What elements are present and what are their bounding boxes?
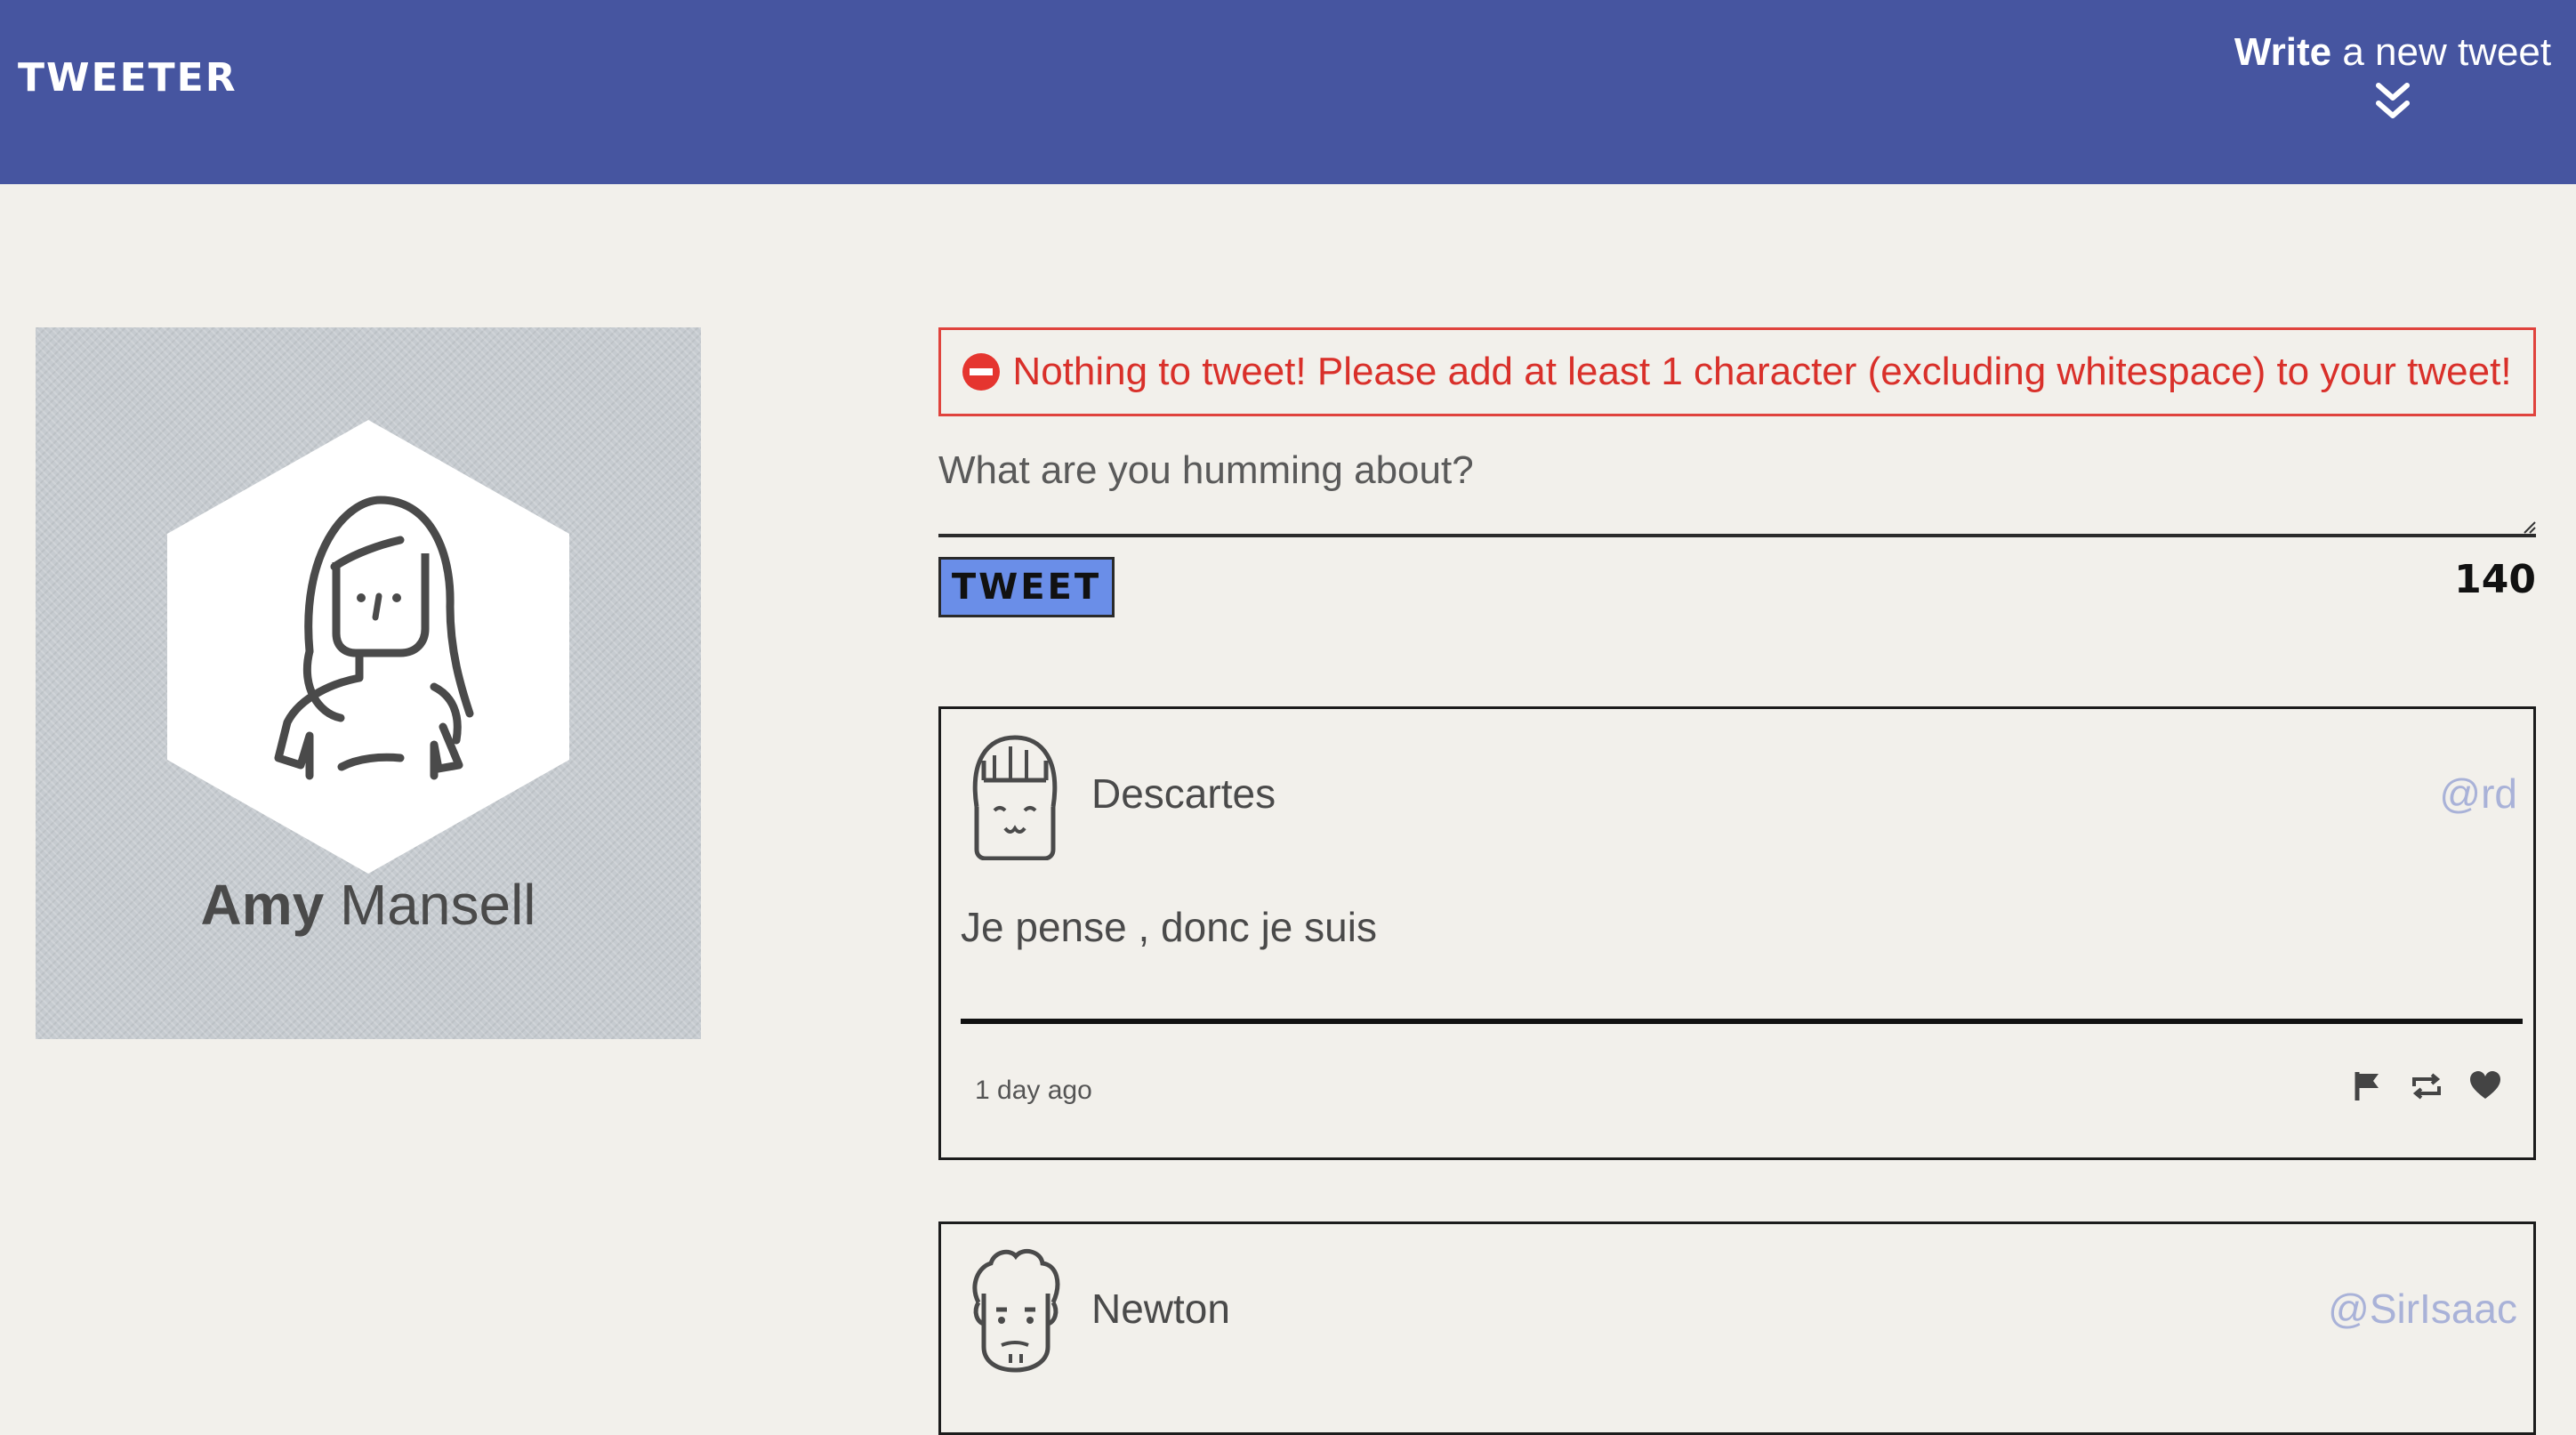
tweet-textarea[interactable]: What are you humming about? bbox=[938, 448, 2536, 537]
profile-last-name: Mansell bbox=[339, 873, 536, 937]
tweet-handle: @SirIsaac bbox=[2328, 1286, 2517, 1332]
tweet-card: Newton @SirIsaac bbox=[938, 1221, 2536, 1435]
error-message: Nothing to tweet! Please add at least 1 … bbox=[1012, 350, 2512, 393]
tweet-author: Newton bbox=[1091, 1286, 1230, 1332]
resize-grip-icon[interactable] bbox=[2522, 520, 2536, 534]
flag-icon[interactable] bbox=[2350, 1068, 2386, 1104]
top-nav: TWEETER Write a new tweet bbox=[0, 0, 2576, 184]
double-chevron-down-icon[interactable] bbox=[2375, 82, 2411, 121]
tweet-handle: @rd bbox=[2439, 770, 2517, 817]
tweet-textarea-placeholder: What are you humming about? bbox=[938, 448, 1474, 492]
write-tweet-label-rest: a new tweet bbox=[2331, 30, 2552, 74]
tweet-button[interactable]: TWEET bbox=[938, 557, 1115, 617]
tweet-actions bbox=[2350, 1068, 2503, 1104]
tweet-card: Descartes @rd Je pense , donc je suis 1 … bbox=[938, 706, 2536, 1160]
user-avatar-icon bbox=[972, 1248, 1060, 1373]
user-avatar-icon bbox=[972, 735, 1058, 860]
tweet-timestamp: 1 day ago bbox=[975, 1076, 1092, 1105]
profile-first-name: Amy bbox=[200, 873, 325, 937]
profile-card: Amy Mansell bbox=[36, 327, 701, 1039]
profile-name: Amy Mansell bbox=[36, 872, 701, 938]
error-banner: Nothing to tweet! Please add at least 1 … bbox=[938, 327, 2536, 416]
heart-icon[interactable] bbox=[2467, 1068, 2503, 1104]
write-tweet-label-bold: Write bbox=[2234, 30, 2332, 74]
char-counter: 140 bbox=[2454, 557, 2536, 602]
tweet-content: Je pense , donc je suis bbox=[961, 904, 1377, 950]
retweet-icon[interactable] bbox=[2409, 1068, 2444, 1104]
tweet-author: Descartes bbox=[1091, 770, 1276, 817]
brand-logo[interactable]: TWEETER bbox=[18, 55, 237, 101]
write-tweet-toggle[interactable]: Write a new tweet bbox=[2233, 30, 2553, 121]
compose-section: Nothing to tweet! Please add at least 1 … bbox=[938, 327, 2536, 617]
write-tweet-label[interactable]: Write a new tweet bbox=[2233, 30, 2553, 75]
user-avatar-icon bbox=[167, 420, 569, 874]
no-entry-icon bbox=[962, 353, 1001, 391]
tweet-divider bbox=[961, 1019, 2523, 1024]
compose-actions: TWEET 140 bbox=[938, 537, 2536, 617]
